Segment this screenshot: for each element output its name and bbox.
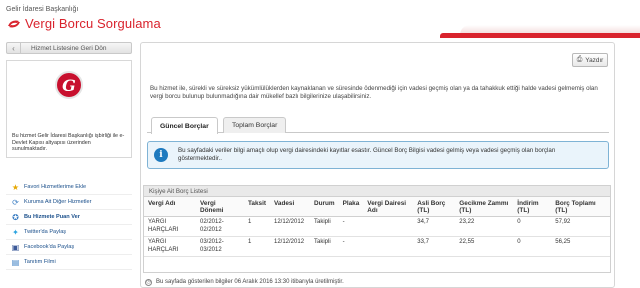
institution-info-text: Bu hizmet Gelir İdaresi Başkanlığı işbir… [12, 133, 125, 153]
refresh-icon: ⟳ [12, 197, 19, 207]
generated-at-note: ◷ Bu sayfada gösterilen bilgiler 06 Aral… [145, 277, 611, 287]
facebook-icon: ▣ [11, 242, 20, 252]
sidebar-item-favorite[interactable]: ★ Favori Hizmetlerime Ekle [6, 180, 132, 195]
chevron-left-icon: ‹ [7, 43, 21, 53]
cell-tax-office-redacted [363, 236, 414, 257]
cell-plate: - [338, 216, 364, 237]
cell-principal: 33,7 [413, 236, 456, 257]
sidebar-item-promo-film[interactable]: ▤ Tanıtım Filmi [6, 255, 132, 270]
page-header: Gelir İdaresi Başkanlığı Vergi Borcu Sor… [0, 0, 640, 40]
back-to-services-button[interactable]: ‹ Hizmet Listesine Geri Dön [6, 42, 132, 54]
table-row: YARGI HARÇLARI 02/2012-02/2012 1 12/12/2… [144, 216, 610, 237]
back-button-label: Hizmet Listesine Geri Dön [31, 44, 107, 52]
header-red-bar [440, 33, 640, 38]
column-header[interactable]: Vergi Dönemi [196, 197, 244, 217]
cell-tax-period: 02/2012-02/2012 [196, 216, 244, 237]
column-header[interactable]: Vergi Adı [144, 197, 196, 217]
info-alert: i Bu sayfadaki veriler bilgi amaçlı olup… [147, 141, 609, 169]
info-icon: i [154, 148, 168, 162]
sidebar-links: ★ Favori Hizmetlerime Ekle ⟳ Kuruma Ait … [6, 180, 132, 270]
debt-list: Kişiye Ait Borç Listesi Vergi Adı Vergi … [143, 185, 611, 273]
column-header[interactable]: Taksit [244, 197, 270, 217]
film-icon: ▤ [11, 257, 20, 267]
cell-tax-name: YARGI HARÇLARI [144, 236, 196, 257]
cell-total: 57,92 [551, 216, 610, 237]
alert-text: Bu sayfadaki veriler bilgi amaçlı olup v… [178, 147, 556, 162]
column-header[interactable]: Borç Toplamı (TL) [551, 197, 610, 217]
cell-due-date: 12/12/2012 [270, 236, 310, 257]
cell-total: 56,25 [551, 236, 610, 257]
service-description: Bu hizmet ile, sürekli ve süreksiz yüküm… [150, 85, 598, 100]
cell-late-fee: 23,22 [455, 216, 514, 237]
print-button-label: Yazdır [585, 56, 604, 64]
column-header[interactable]: İndirim (TL) [513, 197, 552, 217]
tab-bar: Güncel Borçlar Toplam Borçlar [147, 115, 609, 134]
org-name: Gelir İdaresi Başkanlığı [6, 6, 79, 13]
cell-tax-period: 03/2012-03/2012 [196, 236, 244, 257]
sidebar-item-label: Bu Hizmete Puan Ver [24, 214, 80, 220]
column-header[interactable]: Vadesi [270, 197, 310, 217]
tab-total-debts[interactable]: Toplam Borçlar [223, 117, 287, 133]
sidebar-item-label: Tanıtım Filmi [24, 259, 56, 265]
cell-principal: 34,7 [413, 216, 456, 237]
table-row: YARGI HARÇLARI 03/2012-03/2012 1 12/12/2… [144, 236, 610, 257]
sidebar-item-facebook[interactable]: ▣ Facebook'da Paylaş [6, 240, 132, 255]
sidebar-item-label: Favori Hizmetlerime Ekle [24, 184, 87, 190]
column-header[interactable]: Plaka [338, 197, 364, 217]
sidebar-item-other-services[interactable]: ⟳ Kuruma Ait Diğer Hizmetler [6, 195, 132, 210]
main-panel: ⎙ Yazdır Bu hizmet ile, sürekli ve sürek… [140, 42, 615, 288]
sidebar-item-twitter[interactable]: ✦ Twitter'da Paylaş [6, 225, 132, 240]
printer-icon: ⎙ [576, 56, 583, 63]
cell-status: Takipli [310, 216, 339, 237]
column-header[interactable]: Vergi Dairesi Adı [363, 197, 414, 217]
brand[interactable]: Vergi Borcu Sorgulama [6, 16, 161, 31]
cell-status: Takipli [310, 236, 339, 257]
cell-discount: 0 [513, 216, 552, 237]
cell-installment: 1 [244, 236, 270, 257]
debt-table: Vergi Adı Vergi Dönemi Taksit Vadesi Dur… [144, 197, 610, 257]
rating-icon: ✪ [12, 212, 19, 222]
app-title: Vergi Borcu Sorgulama [25, 16, 161, 31]
cell-tax-name: YARGI HARÇLARI [144, 216, 196, 237]
cell-plate: - [338, 236, 364, 257]
column-header[interactable]: Asli Borç (TL) [413, 197, 456, 217]
gib-logo-icon: G [55, 71, 83, 99]
sidebar-item-label: Kuruma Ait Diğer Hizmetler [24, 199, 92, 205]
gib-swirl-logo-icon [8, 20, 20, 27]
sidebar: ‹ Hizmet Listesine Geri Dön G Bu hizmet … [6, 42, 132, 270]
cell-late-fee: 22,55 [455, 236, 514, 257]
cell-installment: 1 [244, 216, 270, 237]
generated-at-text: Bu sayfada gösterilen bilgiler 06 Aralık… [156, 279, 344, 285]
twitter-icon: ✦ [12, 227, 19, 237]
sidebar-item-rate-service[interactable]: ✪ Bu Hizmete Puan Ver [6, 210, 132, 225]
print-button[interactable]: ⎙ Yazdır [572, 53, 608, 67]
tab-current-debts[interactable]: Güncel Borçlar [151, 117, 218, 134]
column-header[interactable]: Durum [310, 197, 339, 217]
cell-tax-office-redacted [363, 216, 414, 237]
clock-icon: ◷ [145, 278, 152, 286]
column-header[interactable]: Gecikme Zammı (TL) [455, 197, 514, 217]
institution-info-card: G Bu hizmet Gelir İdaresi Başkanlığı işb… [6, 60, 132, 158]
table-header-row: Vergi Adı Vergi Dönemi Taksit Vadesi Dur… [144, 197, 610, 217]
sidebar-item-label: Facebook'da Paylaş [24, 244, 75, 250]
debt-list-title: Kişiye Ait Borç Listesi [144, 186, 610, 197]
cell-due-date: 12/12/2012 [270, 216, 310, 237]
sidebar-item-label: Twitter'da Paylaş [24, 229, 67, 235]
cell-discount: 0 [513, 236, 552, 257]
star-icon: ★ [11, 182, 20, 192]
